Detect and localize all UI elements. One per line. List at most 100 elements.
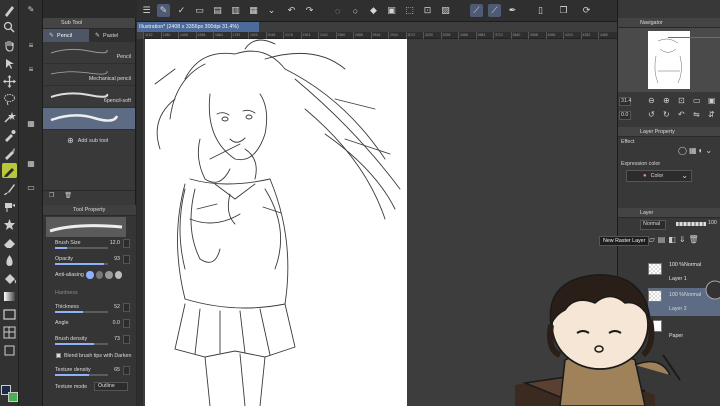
texture-mode-select[interactable]: Outline [94, 382, 128, 391]
eyedropper-icon[interactable]: ✒ [506, 4, 519, 17]
list-icon[interactable]: ≡ [24, 40, 38, 52]
flip-horizontal-icon[interactable]: ⇋ [693, 111, 700, 119]
move-layer-icon[interactable] [2, 74, 17, 89]
zoom-in-icon[interactable]: ⊕ [663, 97, 670, 105]
sub-color-swatch[interactable] [8, 392, 18, 402]
document-tab[interactable]: Illustration* (2408 x 3356px 300dpi 31.4… [137, 22, 259, 32]
tab-pencil[interactable]: ✎ Pencil [43, 29, 89, 42]
gradient-tool-icon[interactable] [2, 289, 17, 304]
clear-icon[interactable]: ▨ [439, 4, 452, 17]
merge-icon[interactable]: ⇓ [679, 234, 686, 246]
draw-mode-icon[interactable]: ✎ [157, 4, 170, 17]
brush-size-row[interactable]: Brush Size 12.0 [52, 239, 132, 251]
pencil-tool-icon[interactable] [2, 163, 17, 178]
eyedropper-icon[interactable] [2, 128, 17, 143]
phone-icon[interactable]: ▯ [534, 4, 547, 17]
chevron-down-icon[interactable]: ⌄ [265, 4, 278, 17]
check-icon[interactable]: ✓ [175, 4, 188, 17]
paste-icon[interactable]: ▤ [211, 4, 224, 17]
refresh-icon[interactable]: ⟳ [580, 4, 593, 17]
undo-icon[interactable]: ↶ [285, 4, 298, 17]
blend-checkbox[interactable] [56, 353, 61, 358]
hand-tool-icon[interactable] [2, 38, 17, 53]
zoom-field[interactable]: 31.4 [619, 97, 631, 106]
fit-icon[interactable]: ⊡ [678, 97, 685, 105]
blend-tool-icon[interactable] [2, 253, 17, 268]
angle-row[interactable]: Angle 0.0 [52, 319, 132, 331]
pen-icon[interactable] [2, 146, 17, 161]
fill-tool-icon[interactable] [2, 271, 17, 286]
texture-density-row[interactable]: Texture density 65 [52, 366, 132, 378]
pencil-group-icon[interactable]: ✎ [24, 4, 38, 16]
mask-icon[interactable]: ◧ [668, 234, 676, 246]
zoom-out-icon[interactable]: ⊖ [648, 97, 655, 105]
stepper[interactable] [123, 319, 130, 328]
figure-tool-icon[interactable] [2, 307, 17, 322]
anti-aliasing-options[interactable] [86, 271, 122, 281]
eraser-icon[interactable] [2, 235, 17, 250]
copy-icon[interactable]: ❐ [557, 4, 570, 17]
grid-icon[interactable]: ▦ [247, 4, 260, 17]
pen-tool-icon[interactable] [2, 3, 17, 18]
tone-effect-icon[interactable]: ▦ [689, 146, 697, 156]
pen-icon[interactable]: ⟋ [470, 4, 483, 17]
new-vector-layer-icon[interactable]: ▱ [649, 234, 655, 246]
copy-icon[interactable]: ❐ [49, 193, 54, 199]
blend-darken-row[interactable]: Blend brush tips with Darken [52, 352, 132, 364]
brush-item-6pencil-soft[interactable]: 6pencil-soft [43, 86, 135, 108]
redo-icon[interactable]: ↷ [303, 4, 316, 17]
actual-size-icon[interactable]: ▭ [693, 97, 701, 105]
circle-icon[interactable]: ○ [349, 4, 362, 17]
stepper[interactable] [123, 335, 130, 344]
layer-icon[interactable]: ▥ [229, 4, 242, 17]
stepper[interactable] [123, 255, 130, 264]
selection-tool-icon[interactable] [2, 92, 17, 107]
stepper[interactable] [123, 303, 130, 312]
brush-item-selected[interactable] [43, 108, 135, 130]
grid-icon[interactable]: ▦ [24, 158, 38, 170]
frame-border-icon[interactable] [2, 325, 17, 340]
grid-icon[interactable]: ▦ [24, 118, 38, 130]
pen-icon[interactable]: ⟋ [488, 4, 501, 17]
thickness-row[interactable]: Thickness 52 [52, 303, 132, 315]
brush-item-mechanical-pencil[interactable]: Mechanical pencil [43, 64, 135, 86]
add-sub-tool-button[interactable]: ⊕ Add sub tool [67, 137, 108, 145]
rotate-right-icon[interactable]: ↻ [663, 111, 670, 119]
anti-aliasing-row[interactable]: Anti-aliasing [52, 271, 132, 283]
folder-icon[interactable]: ▭ [24, 182, 38, 194]
select-all-icon[interactable]: ⬚ [403, 4, 416, 17]
tab-pastel[interactable]: ✎ Pastel [89, 29, 135, 42]
decoration-tool-icon[interactable] [2, 217, 17, 232]
expression-color-select[interactable]: ● Color ⌄ [626, 170, 692, 182]
zoom-tool-icon[interactable] [2, 20, 17, 35]
transform-icon[interactable]: ▣ [385, 4, 398, 17]
border-effect-icon[interactable]: ◯ [678, 146, 687, 156]
chevron-down-icon[interactable]: ⌄ [705, 146, 712, 156]
brush-item-pencil[interactable]: Pencil [43, 42, 135, 64]
flip-vertical-icon[interactable]: ⇵ [708, 111, 715, 119]
reset-rotation-icon[interactable]: ↶ [678, 111, 685, 119]
stepper[interactable] [123, 239, 130, 248]
text-tool-icon[interactable] [2, 343, 17, 358]
delete-icon[interactable]: 🗑 [64, 193, 72, 199]
canvas-paper[interactable] [145, 39, 407, 406]
color-effect-icon[interactable]: ◐ [699, 146, 704, 156]
stepper[interactable] [123, 366, 130, 375]
brush-tool-icon[interactable] [2, 181, 17, 196]
airbrush-icon[interactable] [2, 199, 17, 214]
crop-icon[interactable]: ⊡ [421, 4, 434, 17]
layer-opacity-slider[interactable] [676, 222, 706, 226]
frame-icon[interactable]: ▭ [193, 4, 206, 17]
auto-select-icon[interactable] [2, 110, 17, 125]
rotate-left-icon[interactable]: ↺ [648, 111, 655, 119]
new-folder-icon[interactable]: ▤ [658, 234, 666, 246]
operation-tool-icon[interactable] [2, 56, 17, 71]
texture-mode-row[interactable]: Texture mode Outline [52, 382, 132, 395]
angle-field[interactable]: 0.0 [619, 111, 631, 120]
fill-icon[interactable]: ◆ [367, 4, 380, 17]
brush-density-row[interactable]: Brush density 73 [52, 335, 132, 347]
menu-icon[interactable]: ☰ [140, 4, 153, 17]
blend-mode-select[interactable]: Normal [640, 220, 666, 230]
delete-layer-icon[interactable]: 🗑 [689, 234, 699, 246]
navigator-preview[interactable] [618, 28, 720, 92]
